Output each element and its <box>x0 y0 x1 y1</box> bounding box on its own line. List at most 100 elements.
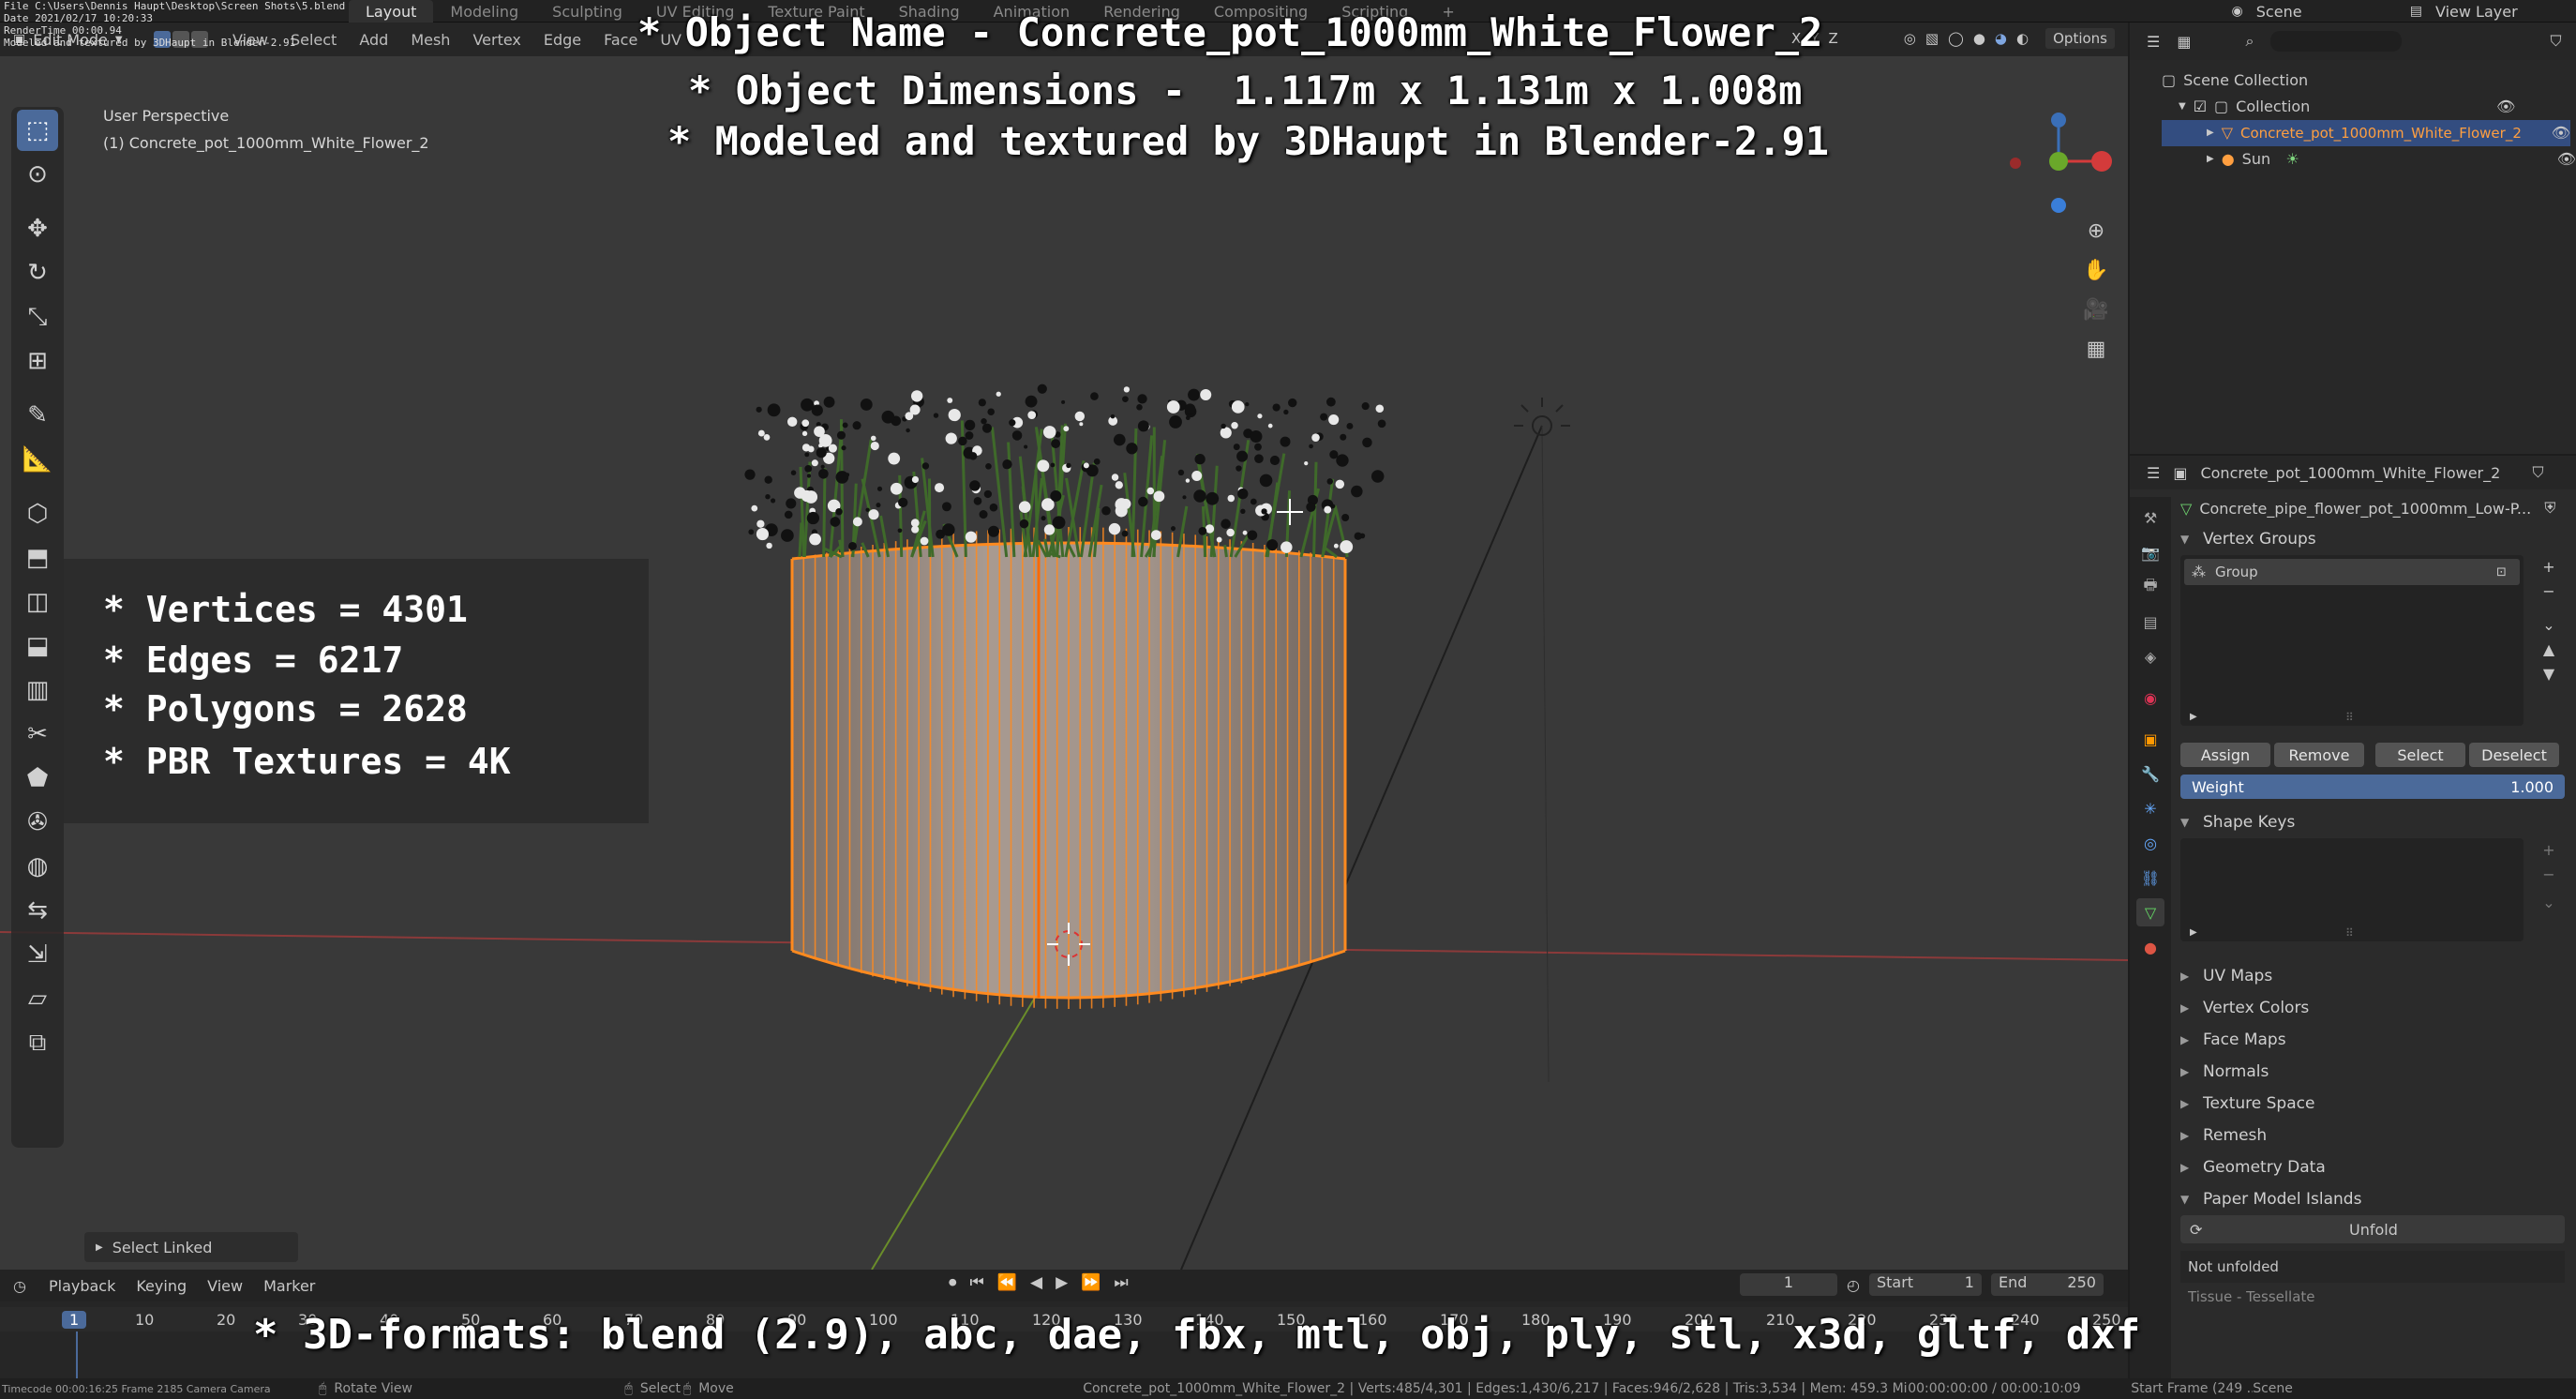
select-button[interactable]: Select <box>2375 743 2465 767</box>
filter-icon[interactable]: ⛉ <box>2550 32 2561 51</box>
cursor-tool-icon[interactable]: ⊙ <box>17 154 58 195</box>
section-uv-maps[interactable]: ▶ UV Maps <box>2180 960 2569 992</box>
outliner-item-pot[interactable]: ▶ ▽ Concrete_pot_1000mm_White_Flower_2 👁 <box>2162 120 2570 146</box>
editor-type-icon[interactable]: ☰ <box>2147 464 2160 482</box>
eye-icon[interactable]: 👁 <box>2552 120 2570 146</box>
particles-tab-icon[interactable]: ✳ <box>2136 794 2164 822</box>
scene-name[interactable]: Scene <box>2256 3 2397 21</box>
resize-grip-icon[interactable]: ⠿ <box>2345 711 2354 724</box>
display-mode-icon[interactable]: ▦ <box>2177 33 2191 51</box>
editor-type-icon[interactable]: ☰ <box>2147 33 2160 51</box>
play-reverse-icon[interactable]: ◀ <box>1030 1273 1042 1292</box>
chevron-right-icon[interactable]: ▶ <box>2190 927 2197 938</box>
record-icon[interactable]: ⏺ <box>949 1273 957 1292</box>
knife-tool-icon[interactable]: ✂ <box>17 714 58 755</box>
add-cube-tool-icon[interactable]: ⬡ <box>17 493 58 534</box>
physics-tab-icon[interactable]: ◎ <box>2136 829 2164 857</box>
transform-tool-icon[interactable]: ⊞ <box>17 340 58 382</box>
view-layer-tab-icon[interactable]: ▤ <box>2136 608 2164 636</box>
outliner-collection[interactable]: ▼ ☑ ▢ Collection 👁 <box>2162 94 2576 120</box>
material-tab-icon[interactable]: ● <box>2136 933 2164 961</box>
section-vertex-colors[interactable]: ▶ Vertex Colors <box>2180 992 2569 1024</box>
bevel-tool-icon[interactable]: ⬓ <box>17 625 58 667</box>
chevron-down-icon[interactable]: ⌄ <box>2535 613 2563 638</box>
tool-tab-icon[interactable]: ⚒ <box>2136 504 2164 532</box>
loop-cut-tool-icon[interactable]: ▥ <box>17 669 58 711</box>
rotate-tool-icon[interactable]: ↻ <box>17 252 58 293</box>
move-tool-icon[interactable]: ✥ <box>17 208 58 249</box>
search-input[interactable] <box>2270 31 2403 52</box>
inset-tool-icon[interactable]: ◫ <box>17 581 58 623</box>
search-icon[interactable]: ⌕ <box>2245 32 2254 51</box>
section-geometry-data[interactable]: ▶ Geometry Data <box>2180 1151 2569 1183</box>
modifier-tab-icon[interactable]: 🔧 <box>2136 760 2164 788</box>
section-normals[interactable]: ▶ Normals <box>2180 1056 2569 1088</box>
flower-bunch[interactable] <box>744 384 1386 559</box>
shape-keys-list[interactable]: ▶ ⠿ <box>2180 838 2524 941</box>
eye-icon[interactable]: 👁 <box>2557 146 2576 173</box>
constraints-tab-icon[interactable]: ⛓ <box>2136 864 2164 892</box>
last-operator-panel[interactable]: ▶ Select Linked <box>84 1232 298 1262</box>
world-tab-icon[interactable]: ◉ <box>2136 684 2164 712</box>
outliner-item-sun[interactable]: ▶ ● Sun ☀ 👁 <box>2162 146 2576 173</box>
remove-icon[interactable]: − <box>2535 579 2563 604</box>
vertex-group-list[interactable]: ⁂ Group ⊡ ▶ ⠿ <box>2180 555 2524 726</box>
measure-tool-icon[interactable]: 📐 <box>17 439 58 480</box>
expand-icon[interactable]: ▶ <box>2207 120 2214 146</box>
timeline-menu-item[interactable]: View <box>207 1277 243 1295</box>
chevron-down-icon[interactable]: ⌄ <box>2535 891 2563 915</box>
vertex-groups-header[interactable]: ▼ Vertex Groups <box>2180 523 2569 555</box>
current-frame-field[interactable]: 1 <box>1740 1273 1837 1296</box>
filter-icon[interactable]: ⛉ <box>2532 463 2543 482</box>
chevron-right-icon[interactable]: ▶ <box>2190 712 2197 722</box>
camera-view-icon[interactable]: 🎥 <box>2079 298 2113 338</box>
scene-icon[interactable]: ◉ <box>2232 4 2243 19</box>
annotate-tool-icon[interactable]: ✎ <box>17 395 58 436</box>
object-tab-icon[interactable]: ▣ <box>2136 725 2164 753</box>
play-icon[interactable]: ▶ <box>1056 1273 1068 1292</box>
move-down-icon[interactable]: ▼ <box>2535 662 2563 686</box>
scene-tab-icon[interactable]: ◈ <box>2136 642 2164 670</box>
shape-keys-header[interactable]: ▼ Shape Keys <box>2180 806 2569 838</box>
eye-icon[interactable]: 👁 <box>2496 94 2515 120</box>
output-tab-icon[interactable]: 🖶 <box>2136 573 2164 601</box>
paper-model-header[interactable]: ▼ Paper Model Islands <box>2180 1183 2569 1215</box>
checkbox-icon[interactable]: ☑ <box>2194 94 2207 120</box>
workspace-tab[interactable]: Sculpting <box>535 0 639 23</box>
deselect-button[interactable]: Deselect <box>2469 743 2559 767</box>
lock-icon[interactable]: ⊡ <box>2496 565 2507 579</box>
pan-hand-icon[interactable]: ✋ <box>2079 259 2113 298</box>
weight-slider[interactable]: Weight 1.000 <box>2180 775 2565 799</box>
section-remesh[interactable]: ▶ Remesh <box>2180 1120 2569 1151</box>
mesh-data-name[interactable]: Concrete_pipe_flower_pot_1000mm_Low-P... <box>2199 500 2537 518</box>
rip-tool-icon[interactable]: ⧉ <box>17 1022 58 1063</box>
jump-start-icon[interactable]: ⏮ <box>970 1273 984 1292</box>
timeline-menu-item[interactable]: Playback <box>49 1277 115 1295</box>
smooth-tool-icon[interactable]: ◍ <box>17 846 58 887</box>
vertex-group-item[interactable]: ⁂ Group ⊡ <box>2184 559 2520 585</box>
shrink-fatten-tool-icon[interactable]: ⇲ <box>17 934 58 975</box>
zoom-icon[interactable]: ⊕ <box>2079 219 2113 259</box>
remove-button[interactable]: Remove <box>2274 743 2364 767</box>
prev-key-icon[interactable]: ⏪ <box>997 1273 1017 1292</box>
timeline-menu-item[interactable]: Marker <box>263 1277 315 1295</box>
mesh-data-tab-icon[interactable]: ▽ <box>2136 898 2164 926</box>
workspace-tab[interactable]: Modeling <box>433 0 535 23</box>
outliner-scene-collection[interactable]: ▢ Scene Collection <box>2162 68 2576 94</box>
start-field[interactable]: Start 1 <box>1868 1273 1982 1296</box>
spin-tool-icon[interactable]: ✇ <box>17 802 58 843</box>
timeline-menu-item[interactable]: Keying <box>136 1277 187 1295</box>
view-layer-name[interactable]: View Layer <box>2435 3 2567 21</box>
expand-icon[interactable]: ▼ <box>2179 94 2186 120</box>
next-key-icon[interactable]: ⏩ <box>1081 1273 1101 1292</box>
scale-tool-icon[interactable]: ⤡ <box>17 296 58 338</box>
assign-button[interactable]: Assign <box>2180 743 2270 767</box>
ortho-grid-icon[interactable]: ▦ <box>2079 338 2113 377</box>
jump-end-icon[interactable]: ⏭ <box>1114 1273 1128 1292</box>
expand-icon[interactable]: ▶ <box>2207 146 2214 173</box>
view-layer-icon[interactable]: ▤ <box>2410 4 2422 19</box>
editor-type-icon[interactable]: ◷ <box>13 1277 26 1295</box>
remove-icon[interactable]: − <box>2535 863 2563 887</box>
move-up-icon[interactable]: ▲ <box>2535 638 2563 662</box>
extrude-tool-icon[interactable]: ⬒ <box>17 537 58 579</box>
